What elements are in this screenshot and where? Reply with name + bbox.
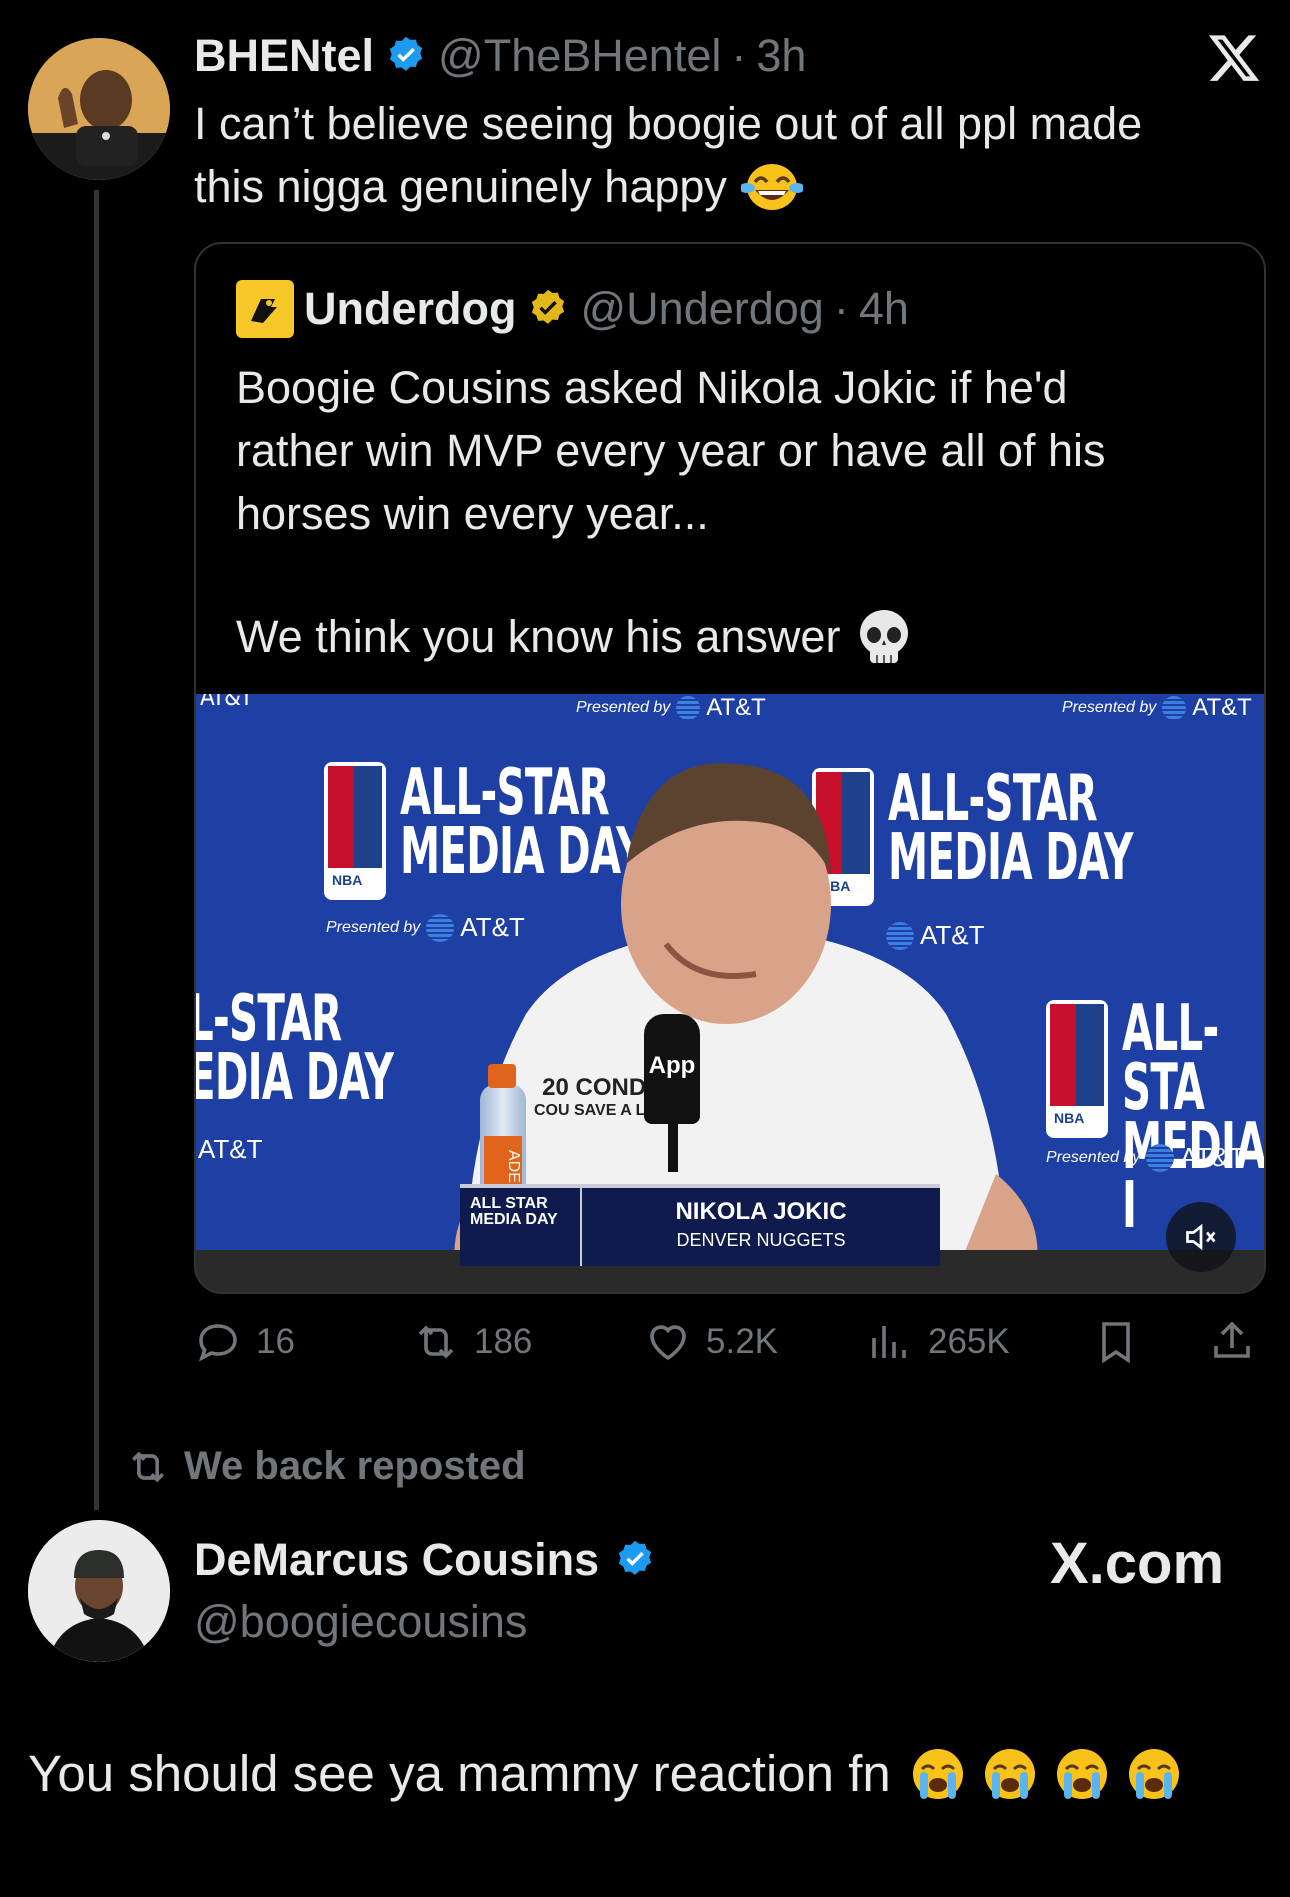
banner-att-top-left: AT&T xyxy=(200,694,253,711)
nameplate-event-line-1: ALL STAR xyxy=(470,1195,548,1212)
main-tweet-text: I can’t believe seeing boogie out of all… xyxy=(194,92,1254,218)
event-left-line-2: EDIA DAY xyxy=(196,1040,394,1115)
nameplate-event-line-2: MEDIA DAY xyxy=(470,1211,558,1228)
repost-count: 186 xyxy=(474,1322,533,1361)
main-tweet-line-2: this nigga genuinely happy xyxy=(194,161,727,212)
quoted-line-4: We think you know his answer xyxy=(236,611,841,662)
video-player[interactable]: AT&T Presented by AT&T Presented by AT&T… xyxy=(196,694,1264,1292)
main-tweet-line-2-wrap: this nigga genuinely happy xyxy=(194,155,1254,218)
quoted-tweet-card[interactable]: Underdog @Underdog · 4h Boogie Cousins a… xyxy=(194,242,1266,1294)
loudly-crying-face-icon xyxy=(1128,1748,1179,1799)
repost-indicator-text[interactable]: We back reposted xyxy=(184,1444,526,1489)
loudly-crying-face-icon xyxy=(912,1748,963,1799)
att-globe-icon xyxy=(1146,1143,1175,1172)
reply-icon xyxy=(198,1324,237,1362)
second-author-handle[interactable]: @boogiecousins xyxy=(194,1596,527,1648)
verified-badge-icon xyxy=(389,36,423,71)
att-globe-icon xyxy=(1162,696,1187,720)
bookmark-icon xyxy=(1102,1322,1130,1364)
quoted-line-3: horses win every year... xyxy=(236,488,709,539)
share-icon xyxy=(1214,1321,1250,1358)
author-name[interactable]: BHENtel xyxy=(194,30,374,82)
event-title-right: ALL-STA MEDIA I xyxy=(1122,992,1264,1237)
att-left: AT&T xyxy=(198,1134,263,1164)
bookmark-button[interactable] xyxy=(1092,1318,1140,1366)
repost-button[interactable]: 186 xyxy=(412,1318,532,1366)
microphone: App xyxy=(644,1014,700,1124)
quoted-author-handle[interactable]: @Underdog xyxy=(580,283,823,335)
views-icon xyxy=(872,1326,906,1358)
heart-icon xyxy=(650,1325,686,1361)
presented-by-3: Presented by AT&T xyxy=(1046,1142,1245,1173)
main-tweet-header: BHENtel @TheBHentel · 3h xyxy=(194,30,806,82)
second-author-row: DeMarcus Cousins xyxy=(194,1534,657,1586)
mute-button[interactable] xyxy=(1166,1202,1236,1272)
thread-connector-line xyxy=(94,190,99,1510)
event-title-left: L-STAR EDIA DAY xyxy=(196,987,394,1115)
like-button[interactable]: 5.2K xyxy=(644,1318,778,1366)
presented-by-label: Presented by xyxy=(576,699,671,716)
att-label: AT&T xyxy=(1192,694,1252,721)
second-tweet-text-row: You should see ya mammy reaction fn xyxy=(28,1744,1183,1803)
like-count: 5.2K xyxy=(706,1322,778,1361)
player-team: DENVER NUGGETS xyxy=(676,1230,846,1250)
quoted-line-2: rather win MVP every year or have all of… xyxy=(236,425,1106,476)
event-right-line-1: ALL-STA xyxy=(1122,992,1219,1125)
quoted-author-name[interactable]: Underdog xyxy=(304,283,516,335)
quoted-tweet-header: Underdog @Underdog · 4h xyxy=(236,280,909,338)
quoted-tweet-time[interactable]: 4h xyxy=(859,283,909,335)
tears-of-joy-emoji-icon xyxy=(740,163,803,210)
demarcus-avatar[interactable] xyxy=(28,1520,170,1662)
loudly-crying-face-icon xyxy=(1056,1748,1107,1799)
loudly-crying-face-icon xyxy=(984,1748,1035,1799)
nameplate-event: ALL STAR MEDIA DAY xyxy=(460,1188,582,1266)
quoted-dot-separator: · xyxy=(833,283,849,334)
repost-icon xyxy=(418,1325,454,1359)
underdog-avatar[interactable] xyxy=(236,280,294,338)
verified-badge-icon xyxy=(618,1540,652,1575)
reply-button[interactable]: 16 xyxy=(194,1318,295,1366)
x-logo-icon[interactable] xyxy=(1206,30,1262,86)
tweet-time[interactable]: 3h xyxy=(756,30,806,82)
crying-emoji-group xyxy=(909,1745,1183,1803)
speaker-muted-icon xyxy=(1186,1223,1216,1251)
mic-stand xyxy=(668,1122,678,1172)
player-name: NIKOLA JOKIC xyxy=(675,1198,847,1225)
share-button[interactable] xyxy=(1208,1318,1256,1366)
quoted-line-1: Boogie Cousins asked Nikola Jokic if he'… xyxy=(236,362,1068,413)
quoted-line-4-wrap: We think you know his answer xyxy=(236,605,1236,668)
second-tweet-text: You should see ya mammy reaction fn xyxy=(28,1745,891,1802)
presented-by-label: Presented by xyxy=(326,918,421,936)
nameplate-player: NIKOLA JOKIC DENVER NUGGETS xyxy=(582,1188,940,1266)
gold-verified-badge-icon xyxy=(532,289,565,324)
main-tweet-line-1: I can’t believe seeing boogie out of all… xyxy=(194,98,1143,149)
presented-by-top-1: Presented by AT&T xyxy=(576,694,766,722)
second-author-name[interactable]: DeMarcus Cousins xyxy=(194,1534,599,1586)
att-label: AT&T xyxy=(1180,1142,1245,1172)
presented-by-top-2: Presented by AT&T xyxy=(1062,694,1252,722)
views-count: 265K xyxy=(928,1322,1010,1361)
author-handle[interactable]: @TheBHentel xyxy=(438,30,721,82)
nameplate: ALL STAR MEDIA DAY NIKOLA JOKIC DENVER N… xyxy=(460,1184,940,1266)
dot-separator: · xyxy=(731,30,747,81)
mic-label: App xyxy=(648,1052,696,1079)
att-label: AT&T xyxy=(706,694,766,721)
xcom-watermark: X.com xyxy=(1050,1531,1225,1596)
nba-label: NBA xyxy=(332,872,363,888)
nba-logo-icon: NBA xyxy=(324,762,386,900)
views-button[interactable]: 265K xyxy=(866,1318,1010,1366)
skull-emoji-icon xyxy=(860,609,909,663)
bhentel-avatar[interactable] xyxy=(28,38,170,180)
repost-small-icon xyxy=(132,1451,164,1482)
att-globe-icon xyxy=(676,696,701,720)
presented-by-label: Presented by xyxy=(1062,699,1157,716)
reply-count: 16 xyxy=(256,1322,295,1361)
quoted-tweet-text: Boogie Cousins asked Nikola Jokic if he'… xyxy=(236,356,1236,668)
repost-indicator: We back reposted xyxy=(126,1444,526,1489)
